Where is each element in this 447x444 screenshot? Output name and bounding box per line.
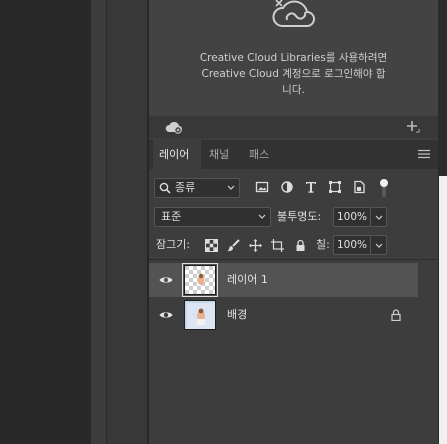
background-layer-preview-icon (185, 301, 215, 329)
visibility-eye-icon[interactable] (159, 275, 173, 285)
scrollbar-track[interactable] (91, 0, 107, 444)
panel-dock-column (107, 0, 148, 444)
layers-panel: 레이어 채널 패스 종류 표준 불투명도: 100% 잠그기: 칠: 100% … (149, 138, 438, 444)
opacity-input[interactable]: 100% (333, 207, 371, 227)
panel-menu-icon[interactable] (418, 149, 430, 159)
layer-name[interactable]: 레이어 1 (227, 263, 268, 297)
visibility-eye-icon[interactable] (159, 310, 173, 320)
add-icon[interactable] (406, 120, 420, 134)
chevron-down-icon (375, 243, 383, 248)
fill-label: 칠: (316, 238, 330, 251)
chevron-down-icon (258, 214, 266, 219)
smart-object-filter-icon[interactable] (352, 180, 366, 194)
layer-row[interactable]: 배경 (149, 298, 418, 332)
message-line: Creative Cloud 계정으로 로그인해야 합 (201, 68, 386, 80)
lock-image-pixels-icon[interactable] (227, 239, 240, 252)
shape-filter-icon[interactable] (328, 180, 342, 194)
transparent-layer-preview-icon (185, 266, 215, 294)
chevron-down-icon (375, 215, 383, 220)
document-window-edge (439, 176, 447, 444)
opacity-label: 불투명도: (277, 210, 322, 223)
tab-layers[interactable]: 레이어 (153, 140, 201, 169)
fill-input[interactable]: 100% (333, 235, 371, 255)
fill-dropdown[interactable] (371, 235, 387, 255)
layer-name[interactable]: 배경 (227, 298, 247, 332)
lock-position-icon[interactable] (249, 239, 262, 252)
panel-tab-bar: 레이어 채널 패스 (149, 140, 438, 169)
opacity-dropdown[interactable] (371, 207, 387, 227)
lock-all-icon[interactable] (294, 239, 307, 252)
libraries-panel: Creative Cloud Libraries를 사용하려면 Creative… (149, 0, 438, 116)
lock-artboard-icon[interactable] (271, 239, 284, 252)
layer-row[interactable]: 레이어 1 (149, 263, 418, 297)
filter-kind-label: 종류 (175, 181, 196, 194)
type-filter-icon[interactable] (304, 180, 318, 194)
layer-thumbnail[interactable] (182, 263, 218, 297)
lock-icon[interactable] (391, 309, 401, 321)
message-line: 니다. (282, 84, 305, 96)
chevron-down-icon (227, 185, 235, 190)
adjustment-filter-icon[interactable] (280, 180, 294, 194)
filter-kind-select[interactable]: 종류 (154, 178, 240, 198)
message-line: Creative Cloud Libraries를 사용하려면 (199, 52, 388, 64)
search-icon (159, 182, 171, 194)
blend-mode-value: 표준 (161, 210, 182, 223)
divider (149, 259, 438, 260)
layer-thumbnail[interactable] (184, 300, 216, 330)
libraries-footer (149, 116, 438, 138)
creative-cloud-logo-icon (272, 0, 315, 27)
sign-in-message: Creative Cloud Libraries를 사용하려면 Creative… (179, 50, 408, 98)
tab-paths[interactable]: 패스 (243, 140, 279, 169)
filter-toggle-icon[interactable] (379, 178, 389, 198)
lock-label: 잠그기: (156, 238, 191, 251)
image-filter-icon[interactable] (255, 180, 269, 194)
blend-mode-select[interactable]: 표준 (154, 207, 271, 227)
lock-transparent-pixels-icon[interactable] (205, 239, 218, 252)
tab-channels[interactable]: 채널 (203, 140, 239, 169)
canvas-area (0, 0, 91, 444)
cloud-sync-icon[interactable] (165, 120, 183, 134)
